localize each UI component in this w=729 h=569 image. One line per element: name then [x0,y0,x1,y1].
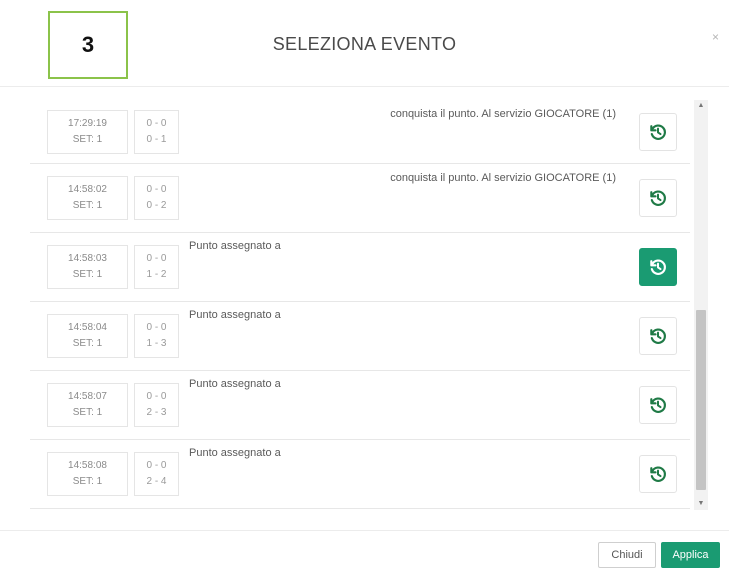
event-row[interactable]: 14:58:07 SET: 1 0 - 0 2 - 3 Punto assegnato … [30,371,690,440]
event-score-box: 0 - 0 0 - 1 [134,109,179,154]
event-description: conquista il punto. Al servizio GIOCATOR… [390,108,616,120]
modal-body: 17:29:19 SET: 1 0 - 0 0 - 1 conquista il pun… [0,86,729,526]
restore-event-button[interactable] [639,317,677,355]
event-row[interactable]: 17:29:19 SET: 1 0 - 0 0 - 1 conquista il pun… [30,100,690,164]
event-score-top: 0 - 0 [146,391,167,402]
event-score-bottom: 1 - 2 [146,269,167,280]
event-set: SET: 1 [72,133,103,145]
event-description: conquista il punto. Al servizio GIOCATOR… [390,172,616,184]
modal-footer: Chiudi Applica [0,530,729,569]
event-score-box: 0 - 0 2 - 3 [134,383,179,427]
event-set: SET: 1 [72,269,103,280]
event-time-box: 14:58:03 SET: 1 [47,245,128,289]
event-score-bottom: 2 - 4 [146,476,167,487]
event-score-box: 0 - 0 1 - 2 [134,245,179,289]
event-score-box: 0 - 0 0 - 2 [134,176,179,220]
apply-button[interactable]: Applica [661,542,720,568]
restore-history-icon [648,257,668,277]
event-set: SET: 1 [72,476,103,487]
restore-event-button[interactable] [639,455,677,493]
restore-history-icon [648,395,668,415]
restore-history-icon [648,188,668,208]
modal-title: SELEZIONA EVENTO [272,34,457,54]
restore-event-button[interactable] [639,112,677,151]
event-time: 17:29:19 [68,117,107,129]
event-time-box: 14:58:02 SET: 1 [47,176,128,220]
event-score-top: 0 - 0 [146,253,167,264]
event-time: 14:58:08 [68,460,107,471]
event-time: 14:58:04 [68,322,107,333]
event-score-bottom: 0 - 1 [146,133,167,145]
event-set: SET: 1 [72,407,103,418]
event-score-top: 0 - 0 [146,117,167,129]
event-description: Punto assegnato a [189,447,281,459]
event-set: SET: 1 [72,200,103,211]
restore-event-button[interactable] [639,386,677,424]
event-time-box: 17:29:19 SET: 1 [47,109,128,154]
select-event-modal: 3 SELEZIONA EVENTO × 17:29:19 SET: 1 0 - 0… [0,0,729,568]
event-row[interactable]: 14:58:04 SET: 1 0 - 0 1 - 3 Punto assegnato … [30,302,690,371]
scrollbar-thumb[interactable] [696,310,706,490]
event-time-box: 14:58:08 SET: 1 [47,452,128,496]
scroll-down-arrow-icon[interactable]: ▼ [694,498,708,510]
scroll-up-arrow-icon[interactable]: ▲ [694,100,708,112]
event-set: SET: 1 [72,338,103,349]
event-description: Punto assegnato a [189,309,281,321]
event-time: 14:58:02 [68,184,107,195]
event-row[interactable]: 14:58:03 SET: 1 0 - 0 1 - 2 Punto assegnato … [30,233,690,302]
event-score-top: 0 - 0 [146,460,167,471]
event-score-bottom: 1 - 3 [146,338,167,349]
event-score-top: 0 - 0 [146,184,167,195]
restore-history-icon [648,122,668,142]
event-description: Punto assegnato a [189,240,281,252]
restore-event-button[interactable] [639,248,677,286]
event-time: 14:58:07 [68,391,107,402]
event-time: 14:58:03 [68,253,107,264]
event-time-box: 14:58:07 SET: 1 [47,383,128,427]
event-time-box: 14:58:04 SET: 1 [47,314,128,358]
event-description: Punto assegnato a [189,378,281,390]
close-icon[interactable]: × [712,30,719,44]
restore-event-button[interactable] [639,179,677,217]
event-list: 17:29:19 SET: 1 0 - 0 0 - 1 conquista il pun… [30,100,690,510]
scrollbar[interactable]: ▲ ▼ [694,100,708,510]
restore-history-icon [648,326,668,346]
modal-header: 3 SELEZIONA EVENTO × [0,0,729,87]
event-score-bottom: 2 - 3 [146,407,167,418]
event-row[interactable]: 14:58:02 SET: 1 0 - 0 0 - 2 conquista il pun… [30,164,690,233]
event-score-box: 0 - 0 1 - 3 [134,314,179,358]
restore-history-icon [648,464,668,484]
event-score-box: 0 - 0 2 - 4 [134,452,179,496]
event-row[interactable]: 14:58:08 SET: 1 0 - 0 2 - 4 Punto assegnato … [30,440,690,509]
event-score-bottom: 0 - 2 [146,200,167,211]
close-button[interactable]: Chiudi [598,542,656,568]
event-score-top: 0 - 0 [146,322,167,333]
